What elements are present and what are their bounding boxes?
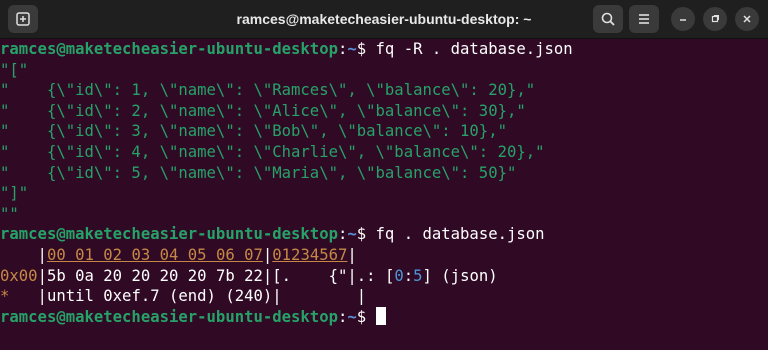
hex-header-columns: 00 01 02 03 04 05 06 07 xyxy=(46,245,263,264)
minimize-icon xyxy=(678,14,688,24)
prompt-path: ~ xyxy=(347,307,357,326)
hex-header-ascii: 01234567 xyxy=(272,245,348,264)
prompt-user: ramces@maketecheasier-ubuntu-desktop xyxy=(0,40,338,58)
output-line: "]" xyxy=(0,184,29,203)
output-line: " {\"id\": 3, \"name\": \"Bob\", \"balan… xyxy=(0,122,507,141)
maximize-icon xyxy=(710,14,720,24)
output-line: "" xyxy=(0,204,19,223)
prompt-dollar: $ xyxy=(356,307,376,326)
close-button[interactable] xyxy=(735,7,759,31)
hex-star: * xyxy=(0,287,10,306)
command-line-1: ramces@maketecheasier-ubuntu-desktop:~$ … xyxy=(0,39,768,60)
prompt-path: ~ xyxy=(347,225,357,244)
command-text: fq -R . database.json xyxy=(375,40,573,58)
menu-button[interactable] xyxy=(629,5,659,33)
hex-range-sep: : xyxy=(403,266,414,285)
hex-field-a: |.: [ xyxy=(347,266,395,285)
hex-range-end: 5 xyxy=(413,266,423,285)
search-icon xyxy=(600,11,616,27)
prompt-separator: : xyxy=(337,225,348,244)
hex-range-start: 0 xyxy=(394,266,404,285)
text-cursor xyxy=(375,306,386,325)
close-icon xyxy=(742,14,752,24)
hex-field-b: ] (json) xyxy=(422,266,498,285)
prompt-separator: : xyxy=(337,307,348,326)
hex-end-text: |until 0xef.7 (end) (240)| | xyxy=(9,287,367,306)
hex-bytes: |5b 0a 20 20 20 20 7b 22| xyxy=(37,266,273,285)
hexdump-end-row: * |until 0xef.7 (end) (240)| | xyxy=(0,286,768,307)
terminal-output[interactable]: ramces@maketecheasier-ubuntu-desktop:~$ … xyxy=(0,39,768,350)
hex-offset: 0x00 xyxy=(0,266,38,285)
command-line-3[interactable]: ramces@maketecheasier-ubuntu-desktop:~$ xyxy=(0,306,768,328)
search-button[interactable] xyxy=(593,5,623,33)
title-bar: ramces@maketecheasier-ubuntu-desktop: ~ xyxy=(0,0,768,39)
new-tab-icon xyxy=(15,11,31,27)
output-line: " {\"id\": 4, \"name\": \"Charlie\", \"b… xyxy=(0,142,545,161)
hex-ascii: [. {" xyxy=(272,266,348,285)
menu-icon xyxy=(636,11,652,27)
command-text: fq . database.json xyxy=(375,225,545,244)
prompt-user: ramces@maketecheasier-ubuntu-desktop xyxy=(0,225,338,244)
hexdump-header: |00 01 02 03 04 05 06 07|01234567| xyxy=(0,245,768,266)
maximize-button[interactable] xyxy=(703,7,727,31)
prompt-separator: : xyxy=(337,40,348,58)
prompt-path: ~ xyxy=(347,40,357,58)
output-line: " {\"id\": 5, \"name\": \"Maria\", \"bal… xyxy=(0,163,517,182)
hex-header-pad: | xyxy=(0,245,47,264)
hex-header-divider: | xyxy=(262,245,273,264)
hexdump-row: 0x00|5b 0a 20 20 20 20 7b 22|[. {"|.: [0… xyxy=(0,266,768,287)
prompt-dollar: $ xyxy=(356,40,376,58)
prompt-dollar: $ xyxy=(356,225,376,244)
output-line: " {\"id\": 2, \"name\": \"Alice\", \"bal… xyxy=(0,101,526,120)
output-line: "[" xyxy=(0,60,29,79)
output-line: " {\"id\": 1, \"name\": \"Ramces\", \"ba… xyxy=(0,81,536,100)
minimize-button[interactable] xyxy=(671,7,695,31)
command-line-2: ramces@maketecheasier-ubuntu-desktop:~$ … xyxy=(0,224,768,245)
hex-header-end: | xyxy=(347,245,357,264)
prompt-user: ramces@maketecheasier-ubuntu-desktop xyxy=(0,307,338,326)
new-tab-button[interactable] xyxy=(8,5,38,33)
